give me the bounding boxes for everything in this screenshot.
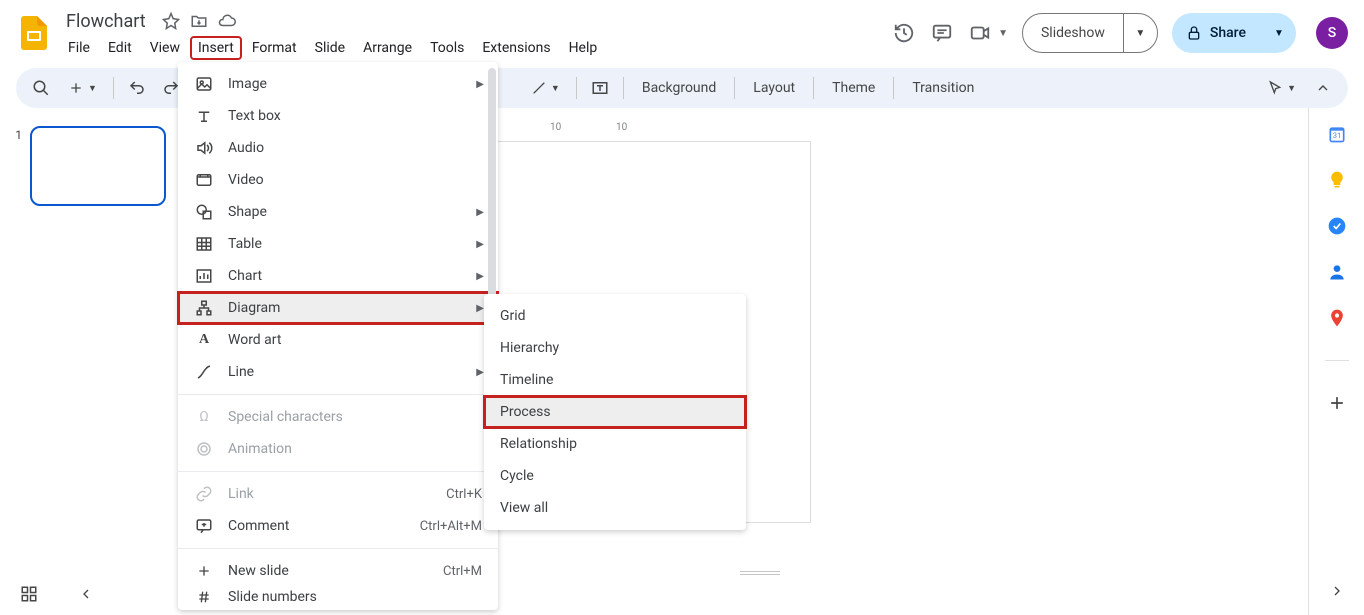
insert-table[interactable]: Table▶ [178, 228, 498, 260]
omega-icon: Ω [194, 409, 214, 425]
diagram-relationship[interactable]: Relationship [484, 428, 746, 460]
layout-button[interactable]: Layout [743, 80, 805, 96]
theme-button[interactable]: Theme [822, 80, 885, 96]
menu-file[interactable]: File [60, 36, 98, 60]
lock-icon [1186, 25, 1202, 41]
star-icon[interactable] [162, 12, 180, 30]
insert-textbox[interactable]: Text box [178, 100, 498, 132]
insert-shape[interactable]: Shape▶ [178, 196, 498, 228]
insert-audio[interactable]: Audio [178, 132, 498, 164]
video-icon [194, 171, 214, 189]
diagram-grid[interactable]: Grid [484, 300, 746, 332]
plus-icon [194, 563, 214, 579]
calendar-icon[interactable]: 31 [1327, 124, 1347, 144]
insert-diagram[interactable]: Diagram▶ [178, 292, 498, 324]
menu-arrange[interactable]: Arrange [355, 36, 420, 60]
document-title[interactable]: Flowchart [60, 9, 152, 34]
line-tool[interactable]: ▼ [523, 73, 568, 103]
diagram-cycle[interactable]: Cycle [484, 460, 746, 492]
transition-button[interactable]: Transition [902, 80, 984, 96]
filmstrip: 1 [0, 108, 180, 615]
hash-icon [194, 589, 214, 605]
line-icon [194, 363, 214, 381]
insert-image[interactable]: Image▶ [178, 68, 498, 100]
menu-tools[interactable]: Tools [422, 36, 472, 60]
add-addon-icon[interactable] [1327, 393, 1347, 413]
search-icon[interactable] [26, 73, 56, 103]
tasks-icon[interactable] [1327, 216, 1347, 236]
menu-view[interactable]: View [142, 36, 188, 60]
insert-animation: Animation [178, 433, 498, 465]
slideshow-dropdown[interactable]: ▼ [1123, 14, 1157, 52]
speaker-notes-handle[interactable] [740, 571, 780, 575]
wordart-icon: A [194, 332, 214, 348]
submenu-arrow-icon: ▶ [476, 79, 484, 90]
new-slide-button[interactable]: ▼ [60, 73, 105, 103]
cloud-status-icon[interactable] [218, 12, 236, 30]
insert-video[interactable]: Video [178, 164, 498, 196]
account-avatar[interactable]: S [1316, 17, 1348, 49]
menu-bar: File Edit View Insert Format Slide Arran… [60, 34, 892, 60]
move-folder-icon[interactable] [190, 12, 208, 30]
slides-logo[interactable] [16, 15, 52, 51]
menu-insert[interactable]: Insert [190, 36, 242, 60]
insert-special-chars: ΩSpecial characters [178, 401, 498, 433]
diagram-view-all[interactable]: View all [484, 492, 746, 524]
menu-format[interactable]: Format [244, 36, 305, 60]
shape-icon [194, 203, 214, 221]
prev-slide-icon[interactable] [78, 586, 94, 606]
insert-slide-numbers[interactable]: Slide numbers [178, 587, 498, 607]
background-button[interactable]: Background [632, 80, 726, 96]
menu-help[interactable]: Help [561, 36, 606, 60]
link-icon [194, 485, 214, 503]
share-button[interactable]: Share ▼ [1172, 13, 1296, 53]
text-box-tool[interactable] [585, 73, 615, 103]
side-panel: 31 [1308, 108, 1364, 615]
submenu-arrow-icon: ▶ [476, 239, 484, 250]
chart-icon [194, 267, 214, 285]
keep-icon[interactable] [1327, 170, 1347, 190]
slide-thumbnail[interactable] [30, 126, 166, 206]
svg-text:31: 31 [1332, 131, 1340, 140]
slideshow-button[interactable]: Slideshow ▼ [1022, 13, 1158, 53]
textbox-icon [194, 107, 214, 125]
submenu-arrow-icon: ▶ [476, 367, 484, 378]
submenu-arrow-icon: ▶ [476, 271, 484, 282]
insert-new-slide[interactable]: New slideCtrl+M [178, 555, 498, 587]
diagram-timeline[interactable]: Timeline [484, 364, 746, 396]
share-dropdown[interactable]: ▼ [1262, 13, 1296, 53]
diagram-process[interactable]: Process [484, 396, 746, 428]
grid-view-icon[interactable] [20, 585, 38, 607]
comments-icon[interactable] [930, 21, 954, 45]
diagram-hierarchy[interactable]: Hierarchy [484, 332, 746, 364]
slide-number: 1 [10, 126, 22, 206]
history-icon[interactable] [892, 21, 916, 45]
contacts-icon[interactable] [1327, 262, 1347, 282]
diagram-icon [194, 299, 214, 317]
chevron-down-icon[interactable]: ▼ [998, 28, 1008, 39]
submenu-arrow-icon: ▶ [476, 303, 484, 314]
insert-line[interactable]: Line▶ [178, 356, 498, 388]
collapse-toolbar-icon[interactable] [1308, 73, 1338, 103]
menu-edit[interactable]: Edit [100, 36, 140, 60]
undo-button[interactable] [122, 73, 152, 103]
animation-icon [194, 440, 214, 458]
meet-icon[interactable] [968, 21, 992, 45]
menu-extensions[interactable]: Extensions [474, 36, 558, 60]
submenu-arrow-icon: ▶ [476, 207, 484, 218]
insert-dropdown: Image▶ Text box Audio Video Shape▶ Table… [178, 62, 498, 610]
insert-wordart[interactable]: AWord art [178, 324, 498, 356]
comment-icon [194, 517, 214, 535]
diagram-submenu: Grid Hierarchy Timeline Process Relation… [484, 294, 746, 530]
menu-slide[interactable]: Slide [307, 36, 353, 60]
image-icon [194, 75, 214, 93]
table-icon [194, 235, 214, 253]
insert-comment[interactable]: CommentCtrl+Alt+M [178, 510, 498, 542]
insert-chart[interactable]: Chart▶ [178, 260, 498, 292]
hide-panel-icon[interactable] [1327, 581, 1347, 601]
insert-link: LinkCtrl+K [178, 478, 498, 510]
audio-icon [194, 139, 214, 157]
maps-icon[interactable] [1327, 308, 1347, 328]
cursor-mode[interactable]: ▼ [1259, 73, 1304, 103]
